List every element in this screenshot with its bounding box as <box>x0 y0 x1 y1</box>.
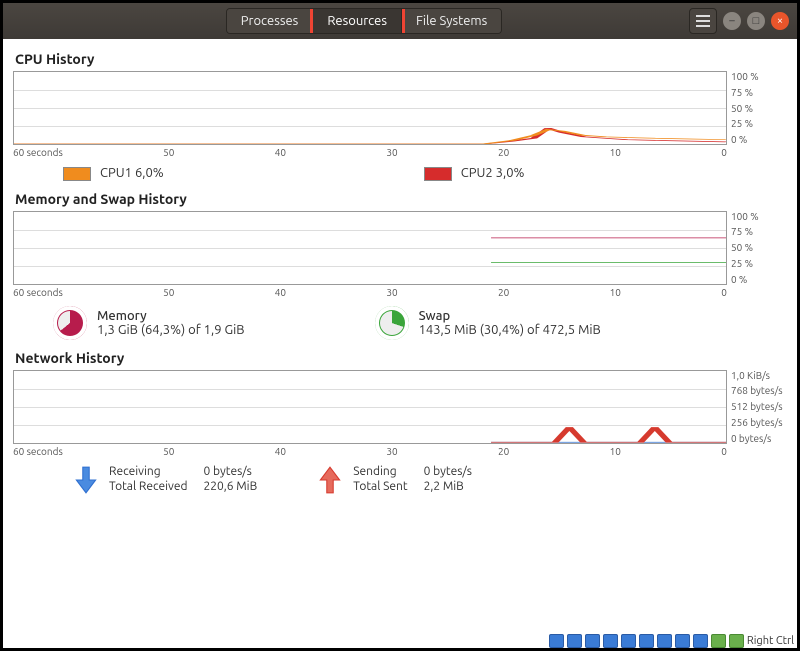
cpu2-label: CPU2 <box>461 166 493 180</box>
sb-icon[interactable] <box>639 634 654 648</box>
send-rate: 0 bytes/s <box>424 465 472 478</box>
cpu1-swatch <box>63 167 91 181</box>
ytick: 0 % <box>731 274 787 285</box>
cpu1-legend[interactable]: CPU1 6,0% <box>63 166 164 181</box>
xtick: 20 <box>498 147 509 158</box>
ytick: 0 % <box>731 134 787 145</box>
tab-group: Processes Resources File Systems <box>226 8 502 34</box>
sb-icon[interactable] <box>621 634 636 648</box>
ytick: 0 bytes/s <box>731 433 787 444</box>
recv-rate: 0 bytes/s <box>203 465 257 478</box>
host-key-label: Right Ctrl <box>747 635 794 647</box>
cpu1-value: 6,0% <box>135 166 164 180</box>
ytick: 100 % <box>731 71 787 82</box>
xtick: 20 <box>498 446 509 457</box>
tab-resources[interactable]: Resources <box>313 9 402 33</box>
sb-icon[interactable] <box>693 634 708 648</box>
sb-icon[interactable] <box>711 634 726 648</box>
ytick: 256 bytes/s <box>731 417 787 428</box>
mem-xaxis: 60 seconds 50 40 30 20 10 0 <box>13 287 727 298</box>
recv-total: 220,6 MiB <box>203 480 257 493</box>
memory-legend[interactable]: Memory 1,3 GiB (64,3%) of 1,9 GiB <box>53 306 245 340</box>
tab-processes[interactable]: Processes <box>227 9 314 33</box>
xtick: 20 <box>498 287 509 298</box>
content: CPU History 100 % 75 % 50 % 25 % 0 % 60 … <box>3 39 797 495</box>
titlebar: Processes Resources File Systems – □ × <box>3 3 797 39</box>
send-label: Sending <box>353 465 407 478</box>
ytick: 75 % <box>731 226 787 237</box>
ytick: 50 % <box>731 242 787 253</box>
memory-history-title: Memory and Swap History <box>15 191 787 207</box>
maximize-button[interactable]: □ <box>747 12 765 30</box>
xtick: 30 <box>386 446 397 457</box>
sb-icon[interactable] <box>585 634 600 648</box>
cpu-history-title: CPU History <box>15 51 787 67</box>
xtick: 10 <box>610 446 621 457</box>
swap-detail: 143,5 MiB (30,4%) of 472,5 MiB <box>419 323 601 337</box>
minimize-button[interactable]: – <box>723 12 741 30</box>
xtick: 60 seconds <box>13 287 63 298</box>
xtick: 10 <box>610 147 621 158</box>
ytick: 75 % <box>731 87 787 98</box>
swap-legend[interactable]: Swap 143,5 MiB (30,4%) of 472,5 MiB <box>375 306 601 340</box>
network-history-title: Network History <box>15 350 787 366</box>
download-arrow-icon <box>73 465 99 495</box>
memory-pie-icon <box>53 306 87 340</box>
xtick: 30 <box>386 287 397 298</box>
recv-total-label: Total Received <box>109 480 187 493</box>
xtick: 50 <box>163 147 174 158</box>
receiving-block: Receiving 0 bytes/s Total Received 220,6… <box>73 465 257 495</box>
memory-chart <box>13 211 727 285</box>
xtick: 10 <box>610 287 621 298</box>
vm-statusbar: Right Ctrl <box>549 634 794 648</box>
cpu-xaxis: 60 seconds 50 40 30 20 10 0 <box>13 147 727 158</box>
ytick: 100 % <box>731 211 787 222</box>
memory-detail: 1,3 GiB (64,3%) of 1,9 GiB <box>97 323 245 337</box>
xtick: 50 <box>163 287 174 298</box>
ytick: 512 bytes/s <box>731 401 787 412</box>
net-yaxis: 1,0 KiB/s 768 bytes/s 512 bytes/s 256 by… <box>727 370 787 444</box>
xtick: 30 <box>386 147 397 158</box>
network-chart <box>13 370 727 444</box>
cpu2-value: 3,0% <box>496 166 525 180</box>
xtick: 0 <box>721 287 727 298</box>
memory-label: Memory <box>97 309 245 323</box>
cpu2-swatch <box>424 167 452 181</box>
send-total-label: Total Sent <box>353 480 407 493</box>
cpu-chart <box>13 71 727 145</box>
ytick: 50 % <box>731 103 787 114</box>
ytick: 1,0 KiB/s <box>731 370 787 381</box>
xtick: 40 <box>275 287 286 298</box>
xtick: 40 <box>275 147 286 158</box>
swap-pie-icon <box>375 306 409 340</box>
cpu-yaxis: 100 % 75 % 50 % 25 % 0 % <box>727 71 787 145</box>
swap-label: Swap <box>419 309 601 323</box>
sb-icon[interactable] <box>603 634 618 648</box>
sb-icon[interactable] <box>729 634 744 648</box>
xtick: 0 <box>721 446 727 457</box>
sb-icon[interactable] <box>657 634 672 648</box>
ytick: 768 bytes/s <box>731 385 787 396</box>
sending-block: Sending 0 bytes/s Total Sent 2,2 MiB <box>317 465 472 495</box>
menu-button[interactable] <box>689 8 717 34</box>
tab-filesystems[interactable]: File Systems <box>402 9 501 33</box>
net-xaxis: 60 seconds 50 40 30 20 10 0 <box>13 446 727 457</box>
recv-label: Receiving <box>109 465 187 478</box>
ytick: 25 % <box>731 258 787 269</box>
mem-yaxis: 100 % 75 % 50 % 25 % 0 % <box>727 211 787 285</box>
xtick: 60 seconds <box>13 147 63 158</box>
ytick: 25 % <box>731 118 787 129</box>
cpu2-legend[interactable]: CPU2 3,0% <box>424 166 525 181</box>
close-button[interactable]: × <box>771 12 789 30</box>
xtick: 40 <box>275 446 286 457</box>
upload-arrow-icon <box>317 465 343 495</box>
xtick: 0 <box>721 147 727 158</box>
xtick: 50 <box>163 446 174 457</box>
send-total: 2,2 MiB <box>424 480 472 493</box>
cpu1-label: CPU1 <box>100 166 132 180</box>
xtick: 60 seconds <box>13 446 63 457</box>
sb-icon[interactable] <box>567 634 582 648</box>
sb-icon[interactable] <box>675 634 690 648</box>
sb-icon[interactable] <box>549 634 564 648</box>
